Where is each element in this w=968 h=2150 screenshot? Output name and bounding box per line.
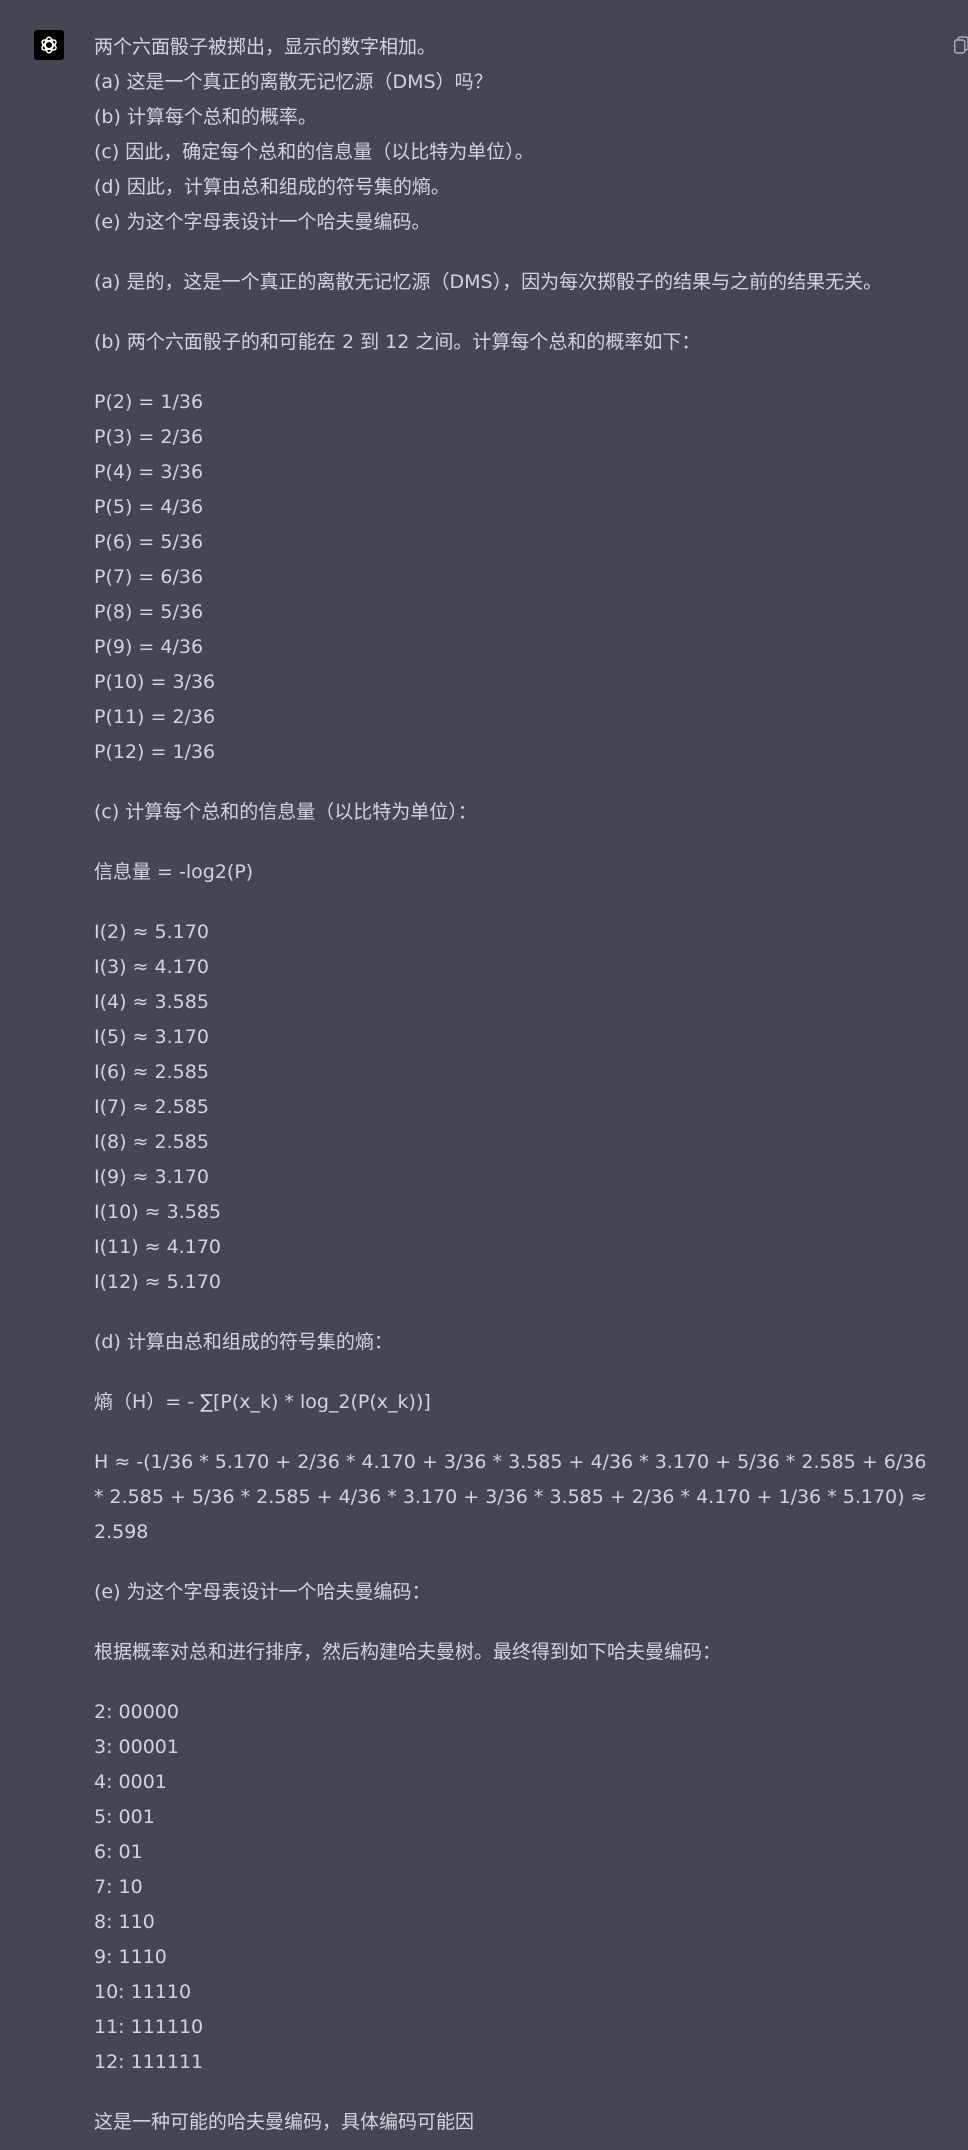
probability-line: P(5) = 4/36: [94, 496, 204, 518]
information-line: I(6) ≈ 2.585: [94, 1061, 209, 1083]
openai-logo-icon: [41, 36, 57, 54]
question-line: (b) 计算每个总和的概率。: [94, 106, 317, 128]
closing-text: 这是一种可能的哈夫曼编码，具体编码可能因: [94, 2111, 475, 2133]
information-line: I(3) ≈ 4.170: [94, 956, 209, 978]
huffman-code-line: 2: 00000: [94, 1701, 179, 1723]
probability-line: P(12) = 1/36: [94, 741, 216, 763]
huffman-intro: 根据概率对总和进行排序，然后构建哈夫曼树。最终得到如下哈夫曼编码：: [94, 1641, 722, 1663]
probability-line: P(3) = 2/36: [94, 426, 204, 448]
information-line: I(4) ≈ 3.585: [94, 991, 209, 1013]
huffman-code-line: 3: 00001: [94, 1736, 179, 1758]
assistant-avatar: [34, 30, 64, 60]
probability-line: P(11) = 2/36: [94, 706, 216, 728]
probability-line: P(7) = 6/36: [94, 566, 204, 588]
huffman-code-line: 6: 01: [94, 1841, 143, 1863]
answer-d-intro: (d) 计算由总和组成的符号集的熵：: [94, 1331, 393, 1353]
information-line: I(5) ≈ 3.170: [94, 1026, 209, 1048]
answer-a: (a) 是的，这是一个真正的离散无记忆源（DMS），因为每次掷骰子的结果与之前的…: [94, 271, 883, 293]
huffman-code-line: 4: 0001: [94, 1771, 167, 1793]
probability-line: P(2) = 1/36: [94, 391, 204, 413]
information-line: I(12) ≈ 5.170: [94, 1271, 221, 1293]
huffman-code-line: 8: 110: [94, 1911, 155, 1933]
huffman-code-line: 10: 11110: [94, 1981, 192, 2003]
entropy-formula: 熵（H）= - ∑[P(x_k) * log_2(P(x_k))]: [94, 1391, 431, 1413]
question-line: (c) 因此，确定每个总和的信息量（以比特为单位）。: [94, 141, 534, 163]
information-line: I(7) ≈ 2.585: [94, 1096, 209, 1118]
info-formula: 信息量 = -log2(P): [94, 861, 254, 883]
probability-line: P(9) = 4/36: [94, 636, 204, 658]
information-line: I(8) ≈ 2.585: [94, 1131, 209, 1153]
question-line: (a) 这是一个真正的离散无记忆源（DMS）吗？: [94, 71, 493, 93]
answer-b-intro: (b) 两个六面骰子的和可能在 2 到 12 之间。计算每个总和的概率如下：: [94, 331, 701, 353]
answer-c-intro: (c) 计算每个总和的信息量（以比特为单位）：: [94, 801, 477, 823]
huffman-code-line: 11: 111110: [94, 2016, 204, 2038]
huffman-code-line: 12: 111111: [94, 2051, 204, 2073]
huffman-code-line: 9: 1110: [94, 1946, 167, 1968]
question-line: (d) 因此，计算由总和组成的符号集的熵。: [94, 176, 450, 198]
answer-e-intro: (e) 为这个字母表设计一个哈夫曼编码：: [94, 1581, 431, 1603]
huffman-code-line: 5: 001: [94, 1806, 155, 1828]
question-line: 两个六面骰子被掷出，显示的数字相加。: [94, 36, 437, 58]
copy-icon[interactable]: [954, 36, 968, 54]
question-line: (e) 为这个字母表设计一个哈夫曼编码。: [94, 211, 431, 233]
entropy-calculation: H ≈ -(1/36 * 5.170 + 2/36 * 4.170 + 3/36…: [94, 1451, 927, 1543]
information-line: I(11) ≈ 4.170: [94, 1236, 221, 1258]
probability-line: P(6) = 5/36: [94, 531, 204, 553]
huffman-code-line: 7: 10: [94, 1876, 143, 1898]
assistant-message: 两个六面骰子被掷出，显示的数字相加。 (a) 这是一个真正的离散无记忆源（DMS…: [94, 30, 934, 2140]
probability-line: P(8) = 5/36: [94, 601, 204, 623]
information-line: I(9) ≈ 3.170: [94, 1166, 209, 1188]
information-line: I(2) ≈ 5.170: [94, 921, 209, 943]
probability-line: P(10) = 3/36: [94, 671, 216, 693]
probability-line: P(4) = 3/36: [94, 461, 204, 483]
information-line: I(10) ≈ 3.585: [94, 1201, 221, 1223]
